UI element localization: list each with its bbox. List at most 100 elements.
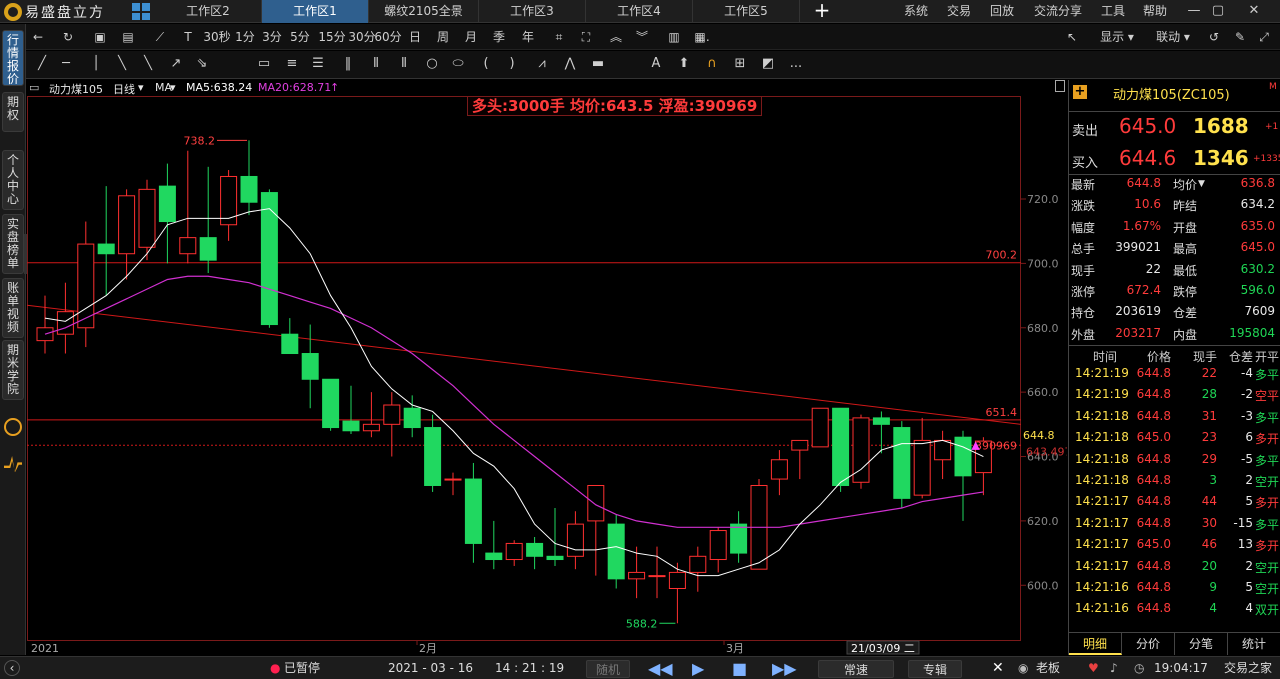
speed-button[interactable]: 常速 <box>818 660 894 678</box>
sidebar-item-personal[interactable]: 个人中心 <box>2 150 24 210</box>
draw-up-arrow-icon[interactable]: ⬆ <box>674 53 694 75</box>
draw-arrow-icon[interactable]: ↗ <box>166 53 186 75</box>
bid-price[interactable]: 644.6 <box>1119 146 1176 170</box>
expand-icon[interactable]: ⤢ <box>1254 24 1274 50</box>
period-30s[interactable]: 30秒 <box>202 24 232 50</box>
add-watchlist-icon[interactable]: + <box>1073 85 1087 99</box>
close-window-icon[interactable]: ✕ <box>1230 0 1278 23</box>
custom-period-icon[interactable]: ⌗ <box>549 24 569 50</box>
draw-cycle-icon[interactable]: ‖ <box>338 53 358 75</box>
chart-canvas[interactable]: 720.0700.0680.0660.0640.0620.0600.0738.2… <box>27 80 1067 655</box>
period-week[interactable]: 周 <box>434 24 452 50</box>
draw-circle-icon[interactable]: ○ <box>422 53 442 75</box>
random-button[interactable]: 随机 <box>586 660 630 678</box>
chart-maximize-icon[interactable] <box>1055 80 1065 92</box>
draw-bars-icon[interactable]: ⦀ <box>394 53 414 75</box>
sync-icon[interactable]: ↺ <box>1204 24 1224 50</box>
draw-ellipse-icon[interactable]: ⬭ <box>448 53 468 75</box>
tab-workspace-5[interactable]: 工作区5 <box>693 0 800 23</box>
period-15m[interactable]: 15分 <box>316 24 348 50</box>
tab-price-dist[interactable]: 分价 <box>1122 633 1175 655</box>
ask-price[interactable]: 645.0 <box>1119 114 1176 138</box>
menu-system[interactable]: 系统 <box>904 0 928 23</box>
line-chart-icon[interactable]: ⟋ <box>150 24 170 50</box>
user-name[interactable]: 老板 <box>1036 657 1060 679</box>
menu-replay[interactable]: 回放 <box>990 0 1014 23</box>
open-folder-icon[interactable]: ▤ <box>118 24 138 50</box>
draw-lines-icon[interactable]: ☰ <box>308 53 328 75</box>
fast-forward-icon[interactable]: ▶▶ <box>772 657 797 679</box>
tab-workspace-4[interactable]: 工作区4 <box>586 0 693 23</box>
tab-stats[interactable]: 统计 <box>1228 633 1280 655</box>
period-3m[interactable]: 3分 <box>260 24 284 50</box>
draw-segment-icon[interactable]: ╲ <box>112 53 132 75</box>
menu-trade[interactable]: 交易 <box>947 0 971 23</box>
draw-fib-icon[interactable]: ≡ <box>282 53 302 75</box>
drawing-more[interactable]: ... <box>786 53 806 75</box>
draw-ray-icon[interactable]: ╲ <box>138 53 158 75</box>
menu-share[interactable]: 交流分享 <box>1034 0 1082 23</box>
sidebar-item-options[interactable]: 期权 <box>2 92 24 132</box>
toolbar-more[interactable]: ... <box>694 24 714 50</box>
period-month[interactable]: 月 <box>462 24 480 50</box>
text-icon[interactable]: T <box>178 24 198 50</box>
chart-period[interactable]: 日线 <box>113 81 135 97</box>
replay-time[interactable]: 14 : 21 : 19 <box>495 657 564 679</box>
period-dropdown-icon[interactable]: ▾ <box>138 81 144 94</box>
rewind-icon[interactable]: ◀◀ <box>648 657 673 679</box>
sidebar-item-quotes[interactable]: 行情报价 <box>2 30 24 86</box>
sidebar-item-video[interactable]: 账单视频 <box>2 278 24 338</box>
replay-date[interactable]: 2021 - 03 - 16 <box>388 657 473 679</box>
cursor-icon[interactable]: ↖ <box>1062 24 1082 50</box>
maximize-icon[interactable]: ▢ <box>1206 0 1230 23</box>
draw-grid-icon[interactable]: ⊞ <box>730 53 750 75</box>
zoom-out-icon[interactable]: ︾ <box>632 24 652 50</box>
kline-chart[interactable]: 720.0 700.0 680.0 660.0 640.0 620.0 600.0 738.2… <box>27 80 1067 655</box>
draw-line-icon[interactable]: ╱ <box>32 53 52 75</box>
save-icon[interactable]: ▣ <box>90 24 110 50</box>
menu-help[interactable]: 帮助 <box>1143 0 1167 23</box>
tab-details[interactable]: 明细 <box>1069 633 1122 655</box>
draw-rect-icon[interactable]: ▭ <box>254 53 274 75</box>
draw-ruler-icon[interactable]: ▬ <box>588 53 608 75</box>
back-icon[interactable]: ← <box>28 24 48 50</box>
draw-arc-right-icon[interactable]: ) <box>502 53 522 75</box>
period-year[interactable]: 年 <box>519 24 537 50</box>
sidebar-item-ranking[interactable]: 实盘榜单 <box>2 214 24 274</box>
fullscreen-icon[interactable]: ⛶ <box>576 24 596 50</box>
stop-icon[interactable]: ■ <box>732 657 747 679</box>
link-dropdown[interactable]: 联动 ▾ <box>1148 24 1198 50</box>
add-tab-icon[interactable]: + <box>812 0 832 23</box>
zoom-in-icon[interactable]: ︽ <box>606 24 626 50</box>
draw-hline-icon[interactable]: ─ <box>56 53 76 75</box>
magnet-icon[interactable]: ∩ <box>702 53 722 75</box>
tab-ticks[interactable]: 分笔 <box>1175 633 1228 655</box>
edit-icon[interactable]: ✎ <box>1230 24 1250 50</box>
sound-icon[interactable]: ♪ <box>1110 657 1118 679</box>
close-replay-icon[interactable]: ✕ <box>992 657 1004 679</box>
draw-gann-icon[interactable]: ⦀ <box>366 53 386 75</box>
tab-workspace-2[interactable]: 工作区2 <box>155 0 262 23</box>
period-60m[interactable]: 60分 <box>372 24 404 50</box>
pulse-icon[interactable] <box>4 456 22 472</box>
indicator-dropdown-icon[interactable]: ▾ <box>170 81 176 94</box>
draw-wave-icon[interactable]: ⩘ <box>532 53 552 75</box>
period-1m[interactable]: 1分 <box>233 24 257 50</box>
heart-icon[interactable]: ♥ <box>1088 657 1099 679</box>
draw-polyline-icon[interactable]: ⋀ <box>560 53 580 75</box>
avg-dropdown-icon[interactable]: ▼ <box>1198 179 1205 189</box>
mode-button[interactable]: 专辑 <box>908 660 962 678</box>
sidebar-item-academy[interactable]: 期米学院 <box>2 340 24 400</box>
tab-workspace-3[interactable]: 工作区3 <box>479 0 586 23</box>
symbol-icon[interactable]: ▭ <box>29 81 39 94</box>
draw-channel-icon[interactable]: ⇘ <box>192 53 212 75</box>
menu-tools[interactable]: 工具 <box>1101 0 1125 23</box>
chart-symbol[interactable]: 动力煤105 <box>49 81 103 97</box>
tab-rebar-2105[interactable]: 螺纹2105全景 <box>369 0 479 23</box>
draw-arc-left-icon[interactable]: ( <box>476 53 496 75</box>
collapse-icon[interactable]: ‹ <box>4 660 20 676</box>
alert-icon[interactable] <box>4 418 22 436</box>
period-5m[interactable]: 5分 <box>288 24 312 50</box>
draw-text-icon[interactable]: A <box>646 53 666 75</box>
minimize-icon[interactable]: — <box>1182 0 1206 23</box>
